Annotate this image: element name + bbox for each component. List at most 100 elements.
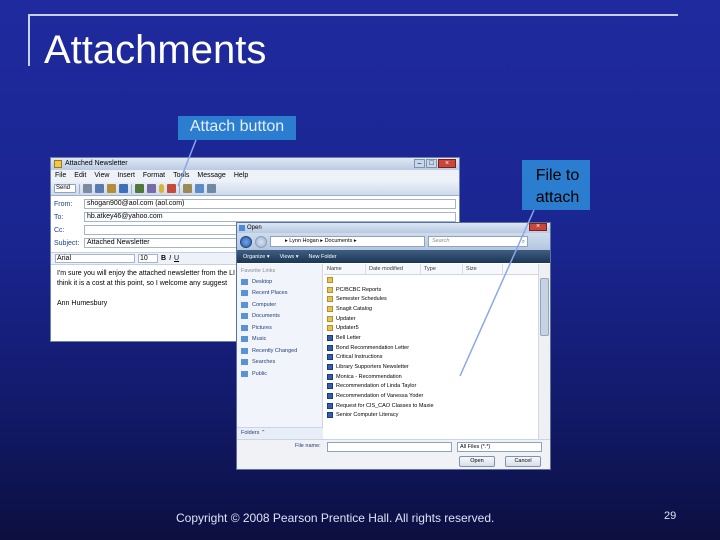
menu-tools[interactable]: Tools (173, 170, 189, 182)
folder-icon (327, 305, 333, 312)
to-button[interactable]: To: (54, 214, 84, 221)
menu-help[interactable]: Help (234, 170, 248, 182)
column-type[interactable]: Type (421, 264, 463, 274)
cc-button[interactable]: Cc: (54, 227, 84, 234)
encrypt-icon[interactable] (195, 184, 204, 193)
file-row[interactable]: Critical Instructions (324, 353, 538, 363)
close-button[interactable]: × (438, 159, 456, 168)
menu-view[interactable]: View (94, 170, 109, 182)
document-icon (327, 364, 333, 371)
document-icon (327, 402, 333, 409)
check-names-icon[interactable] (135, 184, 144, 193)
file-row[interactable]: Semester Schedules (324, 294, 538, 304)
from-select[interactable]: shogan900@aol.com (aol.com) (84, 199, 456, 209)
offline-icon[interactable] (207, 184, 216, 193)
file-type-select[interactable]: All Files (*.*) (457, 442, 542, 452)
bold-icon[interactable]: B (161, 255, 166, 262)
open-button[interactable]: Open (459, 456, 495, 467)
folder-icon (327, 276, 333, 283)
favorite-documents[interactable]: Documents (237, 311, 322, 323)
search-input[interactable]: Search ⌕ (428, 236, 528, 247)
favorite-pictures[interactable]: Pictures (237, 322, 322, 334)
file-row[interactable]: Updater (324, 314, 538, 324)
send-button[interactable]: Send (54, 184, 76, 193)
forward-button[interactable] (255, 235, 267, 248)
favorite-music[interactable]: Music (237, 334, 322, 346)
file-name-label: File name: (295, 443, 321, 449)
file-row[interactable]: PC/BCBC Reports (324, 285, 538, 295)
undo-icon[interactable] (119, 184, 128, 193)
document-icon (327, 373, 333, 380)
cut-icon[interactable] (83, 184, 92, 193)
favorite-computer[interactable]: Computer (237, 299, 322, 311)
music-icon (241, 336, 248, 343)
file-name-input[interactable] (327, 442, 452, 452)
file-row[interactable]: Senior Computer Literacy (324, 411, 538, 421)
dialog-main: Favorite Links Desktop Recent Places Com… (237, 264, 550, 439)
favorite-searches[interactable]: Searches (237, 357, 322, 369)
cancel-button[interactable]: Cancel (505, 456, 541, 467)
folders-label: Folders (241, 430, 260, 436)
file-name: Updater (336, 315, 356, 322)
favorite-public[interactable]: Public (237, 368, 322, 380)
vertical-scrollbar[interactable] (538, 264, 550, 439)
paste-icon[interactable] (107, 184, 116, 193)
to-field[interactable]: hb.atkey46@yahoo.com (84, 212, 456, 222)
file-row[interactable]: Request for CIS_CAO Classes to Maxie (324, 401, 538, 411)
file-row[interactable]: Bell Letter (324, 333, 538, 343)
spelling-icon[interactable] (147, 184, 156, 193)
dialog-close-button[interactable]: × (529, 223, 547, 231)
italic-icon[interactable]: I (169, 255, 171, 262)
copy-icon[interactable] (95, 184, 104, 193)
file-row[interactable]: Recommendation of Vanessa Yoder (324, 391, 538, 401)
minimize-button[interactable]: – (414, 159, 425, 168)
font-select[interactable]: Arial (55, 254, 135, 263)
column-date-modified[interactable]: Date modified (366, 264, 421, 274)
file-name: Bell Letter (336, 334, 361, 341)
favorite-label: Computer (252, 301, 277, 308)
attach-button[interactable] (159, 184, 164, 193)
back-button[interactable] (240, 235, 252, 248)
underline-icon[interactable]: U (174, 255, 179, 262)
dialog-title: Open (247, 225, 262, 231)
toolbar-separator (131, 183, 132, 194)
file-row[interactable]: Library Supporters Newsletter (324, 362, 538, 372)
file-row[interactable]: Snagit Catalog (324, 304, 538, 314)
favorite-desktop[interactable]: Desktop (237, 276, 322, 288)
subject-label: Subject: (54, 239, 80, 247)
menu-file[interactable]: File (55, 170, 66, 182)
email-menu-bar: File Edit View Insert Format Tools Messa… (51, 170, 459, 182)
toolbar-separator (79, 183, 80, 194)
organize-button[interactable]: Organize ▾ (243, 254, 270, 260)
file-row[interactable]: Updater5 (324, 323, 538, 333)
menu-edit[interactable]: Edit (74, 170, 86, 182)
file-name: Snagit Catalog (336, 305, 373, 312)
scrollbar-thumb[interactable] (540, 278, 549, 336)
sign-icon[interactable] (183, 184, 192, 193)
favorite-links-header: Favorite Links (241, 268, 276, 274)
folder-icon (327, 286, 333, 293)
maximize-button[interactable]: □ (426, 159, 437, 168)
favorite-recent-places[interactable]: Recent Places (237, 288, 322, 300)
recently-changed-icon (241, 347, 248, 354)
slide-title: Attachments (44, 28, 267, 72)
footer-copyright: Copyright © 2008 Pearson Prentice Hall. … (176, 511, 495, 525)
dialog-window-controls: × (529, 223, 547, 231)
priority-icon[interactable] (167, 184, 176, 193)
file-row[interactable] (324, 275, 538, 285)
font-size-select[interactable]: 10 (138, 254, 158, 263)
file-row[interactable]: Monica - Recommendation (324, 372, 538, 382)
breadcrumb[interactable]: ▸ Lynn Hogan ▸ Documents ▸ (270, 236, 425, 247)
favorite-recently-changed[interactable]: Recently Changed (237, 345, 322, 357)
column-name[interactable]: Name (324, 264, 366, 274)
new-folder-button[interactable]: New Folder (308, 254, 336, 260)
folders-toggle[interactable]: Folders ⌃ (237, 427, 323, 439)
file-row[interactable]: Recommendation of Linda Taylor (324, 382, 538, 392)
toolbar-separator (179, 183, 180, 194)
views-button[interactable]: Views ▾ (280, 254, 299, 260)
file-row[interactable]: Bond Recommendation Letter (324, 343, 538, 353)
column-size[interactable]: Size (463, 264, 503, 274)
menu-format[interactable]: Format (143, 170, 165, 182)
menu-insert[interactable]: Insert (117, 170, 135, 182)
menu-message[interactable]: Message (197, 170, 225, 182)
